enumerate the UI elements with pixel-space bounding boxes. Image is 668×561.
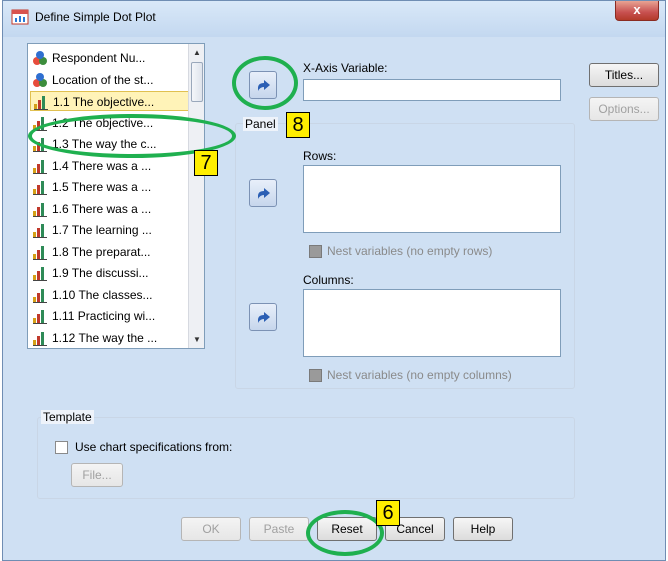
variable-label: Location of the st... [52,72,154,87]
move-to-columns-button[interactable] [249,303,277,331]
close-icon: x [633,2,641,17]
variable-list-item[interactable]: 1.4 There was a ... [30,156,190,176]
scroll-up-icon[interactable]: ▲ [190,45,204,60]
highlight-ring-xaxis [232,56,298,110]
scroll-down-icon[interactable]: ▼ [190,332,204,347]
scale-icon [33,310,47,324]
scale-icon [33,331,47,346]
nest-rows-label: Nest variables (no empty rows) [327,244,493,258]
paste-button[interactable]: Paste [249,517,309,541]
step-marker-6: 6 [376,500,400,526]
window-title: Define Simple Dot Plot [35,10,156,24]
xaxis-field[interactable] [303,79,561,101]
columns-label: Columns: [303,273,354,287]
variable-label: 1.1 The objective... [53,95,155,109]
title-bar: Define Simple Dot Plot x [3,1,665,37]
xaxis-label: X-Axis Variable: [303,61,388,75]
scale-icon [33,288,47,303]
scale-icon [33,224,47,238]
nest-columns-label: Nest variables (no empty columns) [327,368,512,382]
variable-list-item[interactable]: 1.1 The objective... [30,91,190,111]
scale-icon [33,245,47,260]
step-marker-8: 8 [286,112,310,138]
template-group-title: Template [41,410,94,424]
variable-list-item[interactable]: 1.11 Practicing wi... [30,306,190,326]
variable-label: 1.11 Practicing wi... [52,309,156,323]
scale-icon [34,96,48,110]
variable-label: 1.5 There was a ... [52,180,152,194]
panel-group-title: Panel [243,117,278,131]
use-chart-spec-label: Use chart specifications from: [75,440,233,454]
variable-list-scrollbar[interactable]: ▲ ▼ [188,44,204,348]
variable-label: 1.7 The learning ... [52,223,152,237]
app-icon [11,9,29,25]
help-button[interactable]: Help [453,517,513,541]
move-to-rows-button[interactable] [249,179,277,207]
rows-label: Rows: [303,149,337,163]
variable-list-item[interactable]: 1.8 The preparat... [30,242,190,262]
options-button[interactable]: Options... [589,97,659,121]
rows-list[interactable] [303,165,561,233]
variable-label: Respondent Nu... [52,51,146,65]
nest-rows-checkbox[interactable] [309,245,322,258]
variable-label: 1.12 The way the ... [52,330,158,345]
nest-columns-checkbox[interactable] [309,369,322,382]
scroll-thumb[interactable] [191,62,203,102]
scale-icon [33,159,47,174]
titles-button[interactable]: Titles... [589,63,659,87]
use-chart-spec-checkbox[interactable] [55,441,68,454]
variable-list-item[interactable]: Location of the st... [30,70,190,90]
nominal-icon [33,51,47,65]
columns-list[interactable] [303,289,561,357]
file-button[interactable]: File... [71,463,123,487]
variable-list-item[interactable]: 1.5 There was a ... [30,177,190,197]
variable-list-item[interactable]: 1.7 The learning ... [30,220,190,240]
variable-label: 1.8 The preparat... [52,244,151,259]
variable-list[interactable]: Respondent Nu... Location of the st... 1.1… [27,43,205,349]
scale-icon [33,202,47,217]
ok-button[interactable]: OK [181,517,241,541]
arrow-right-icon [258,312,270,323]
variable-list-item[interactable]: 1.12 The way the ... [30,328,190,348]
highlight-ring-reset [306,510,384,556]
variable-label: 1.6 There was a ... [52,201,152,216]
variable-list-item[interactable]: 1.9 The discussi... [30,263,190,283]
dialog-window: Define Simple Dot Plot x Respondent Nu..… [2,0,666,561]
variable-label: 1.10 The classes... [52,287,153,302]
nominal-icon [33,72,47,87]
variable-label: 1.9 The discussi... [52,266,149,280]
step-marker-7: 7 [194,150,218,176]
arrow-right-icon [258,188,270,199]
scale-icon [33,181,47,195]
variable-list-item[interactable]: 1.10 The classes... [30,285,190,305]
variable-label: 1.4 There was a ... [52,158,152,173]
variable-list-item[interactable]: 1.6 There was a ... [30,199,190,219]
variable-list-item[interactable]: Respondent Nu... [30,48,190,68]
close-button[interactable]: x [615,1,659,21]
scale-icon [33,267,47,281]
